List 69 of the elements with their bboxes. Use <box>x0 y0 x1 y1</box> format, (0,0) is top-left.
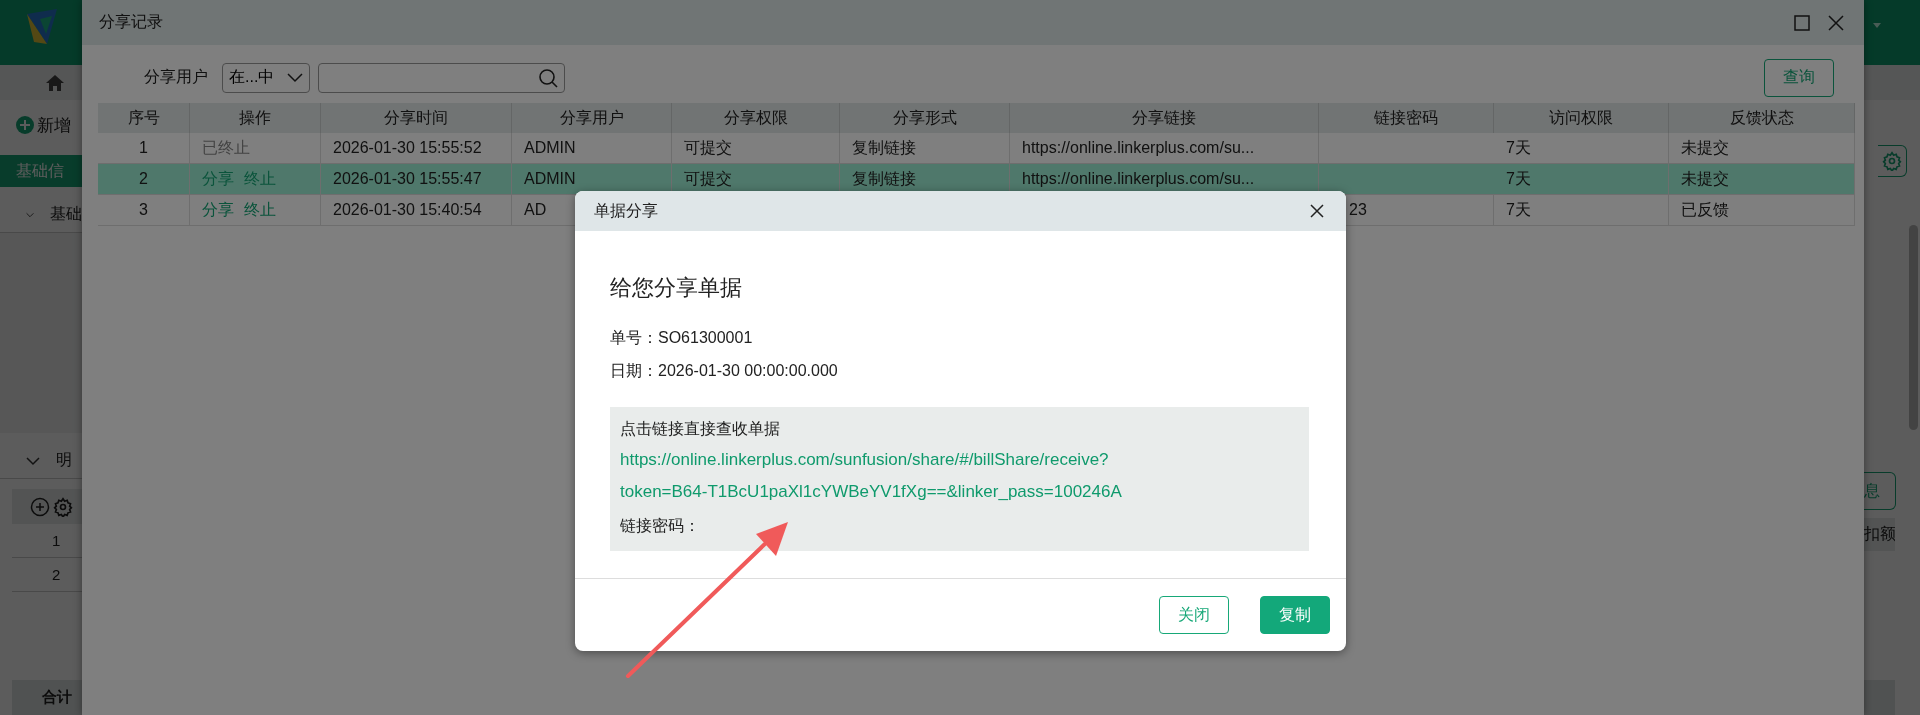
table-cell: https://online.linkerplus.com/su... <box>1010 133 1319 163</box>
table-cell: 7天 <box>1494 195 1669 225</box>
settings-button[interactable] <box>1878 145 1907 177</box>
add-icon[interactable] <box>30 496 50 517</box>
column-header: 分享形式 <box>840 103 1010 133</box>
action-link[interactable]: 分享 <box>202 199 234 221</box>
toolbar-strip <box>1864 65 1920 100</box>
scrollbar[interactable] <box>1909 225 1918 430</box>
field-text: 日期：2026-01-30 00:00:00.000 <box>610 361 839 381</box>
home-icon[interactable] <box>45 72 65 93</box>
search-icon[interactable] <box>538 67 558 88</box>
search-field[interactable] <box>318 62 565 93</box>
field-text: 单号：SO61300001 <box>610 328 754 348</box>
table-cell: 3 <box>98 195 190 225</box>
total-row <box>1864 680 1895 715</box>
table-cell: 可提交 <box>672 133 840 163</box>
column-header: 链接密码 <box>1319 103 1494 133</box>
query-button[interactable]: 查询 <box>1764 58 1834 97</box>
share-link[interactable]: https://online.linkerplus.com/sunfusion/share/#/billShare/receive?token=B64-T1BcU1paXl1cYWBeYV1fXg==&linker_pass=100246A <box>620 444 1299 508</box>
caret-icon[interactable] <box>1873 22 1881 29</box>
add-icon[interactable] <box>16 116 34 134</box>
operator-dropdown[interactable]: 在...中 <box>222 62 310 93</box>
action-link[interactable]: 终止 <box>244 199 276 221</box>
column-header: 分享用户 <box>512 103 672 133</box>
section-title: 明 <box>56 450 72 470</box>
column-header: 分享时间 <box>321 103 512 133</box>
table-cell: 复制链接 <box>840 133 1010 163</box>
table-cell: 已反馈 <box>1669 195 1855 225</box>
table-cell: 2 <box>98 164 190 194</box>
table-cell: ADMIN <box>512 133 672 163</box>
table-cell: 未提交 <box>1669 133 1855 163</box>
add-label[interactable]: 新增 <box>37 113 71 137</box>
table-cell: 2026-01-30 15:55:47 <box>321 164 512 194</box>
table-cell: 7天 <box>1494 133 1669 163</box>
password-label: 链接密码： <box>620 516 701 536</box>
column-header: 反馈状态 <box>1669 103 1855 133</box>
maximize-icon[interactable] <box>1794 14 1810 31</box>
table-cell: 2026-01-30 15:40:54 <box>321 195 512 225</box>
total-label: 合计 <box>42 688 72 707</box>
chevron-down-icon[interactable] <box>287 72 303 83</box>
info-button[interactable]: 息 <box>1864 472 1896 510</box>
section-tab[interactable]: 基础信 <box>0 155 82 187</box>
row-number: 2 <box>52 566 61 583</box>
status-text: 已终止 <box>202 137 250 158</box>
column-header: 序号 <box>98 103 190 133</box>
settings-icon[interactable] <box>53 496 73 517</box>
table-cell: 2026-01-30 15:55:52 <box>321 133 512 163</box>
hint-text: 点击链接直接查收单据 <box>620 419 781 439</box>
window-title: 分享记录 <box>99 12 164 32</box>
close-icon[interactable] <box>1310 204 1324 218</box>
table-cell: 未提交 <box>1669 164 1855 194</box>
filter-label: 分享用户 <box>144 67 208 87</box>
row-number: 1 <box>52 532 61 549</box>
column-header: 操作 <box>190 103 321 133</box>
table-cell: 7天 <box>1494 164 1669 194</box>
column-header: 访问权限 <box>1494 103 1669 133</box>
column-header: 分享链接 <box>1010 103 1319 133</box>
copy-button[interactable]: 复制 <box>1260 596 1330 634</box>
action-link[interactable]: 终止 <box>244 168 276 190</box>
section-title: 基础 <box>50 204 82 224</box>
chevron-down-icon[interactable] <box>26 455 40 466</box>
settings-icon[interactable] <box>1882 151 1902 171</box>
dialog-heading: 给您分享单据 <box>610 274 743 302</box>
close-button[interactable]: 关闭 <box>1159 596 1229 634</box>
table-cell: 1 <box>98 133 190 163</box>
action-link[interactable]: 分享 <box>202 168 234 190</box>
column-header: 扣额 <box>1864 518 1895 551</box>
column-header: 分享权限 <box>672 103 840 133</box>
dialog-title: 单据分享 <box>594 200 659 221</box>
